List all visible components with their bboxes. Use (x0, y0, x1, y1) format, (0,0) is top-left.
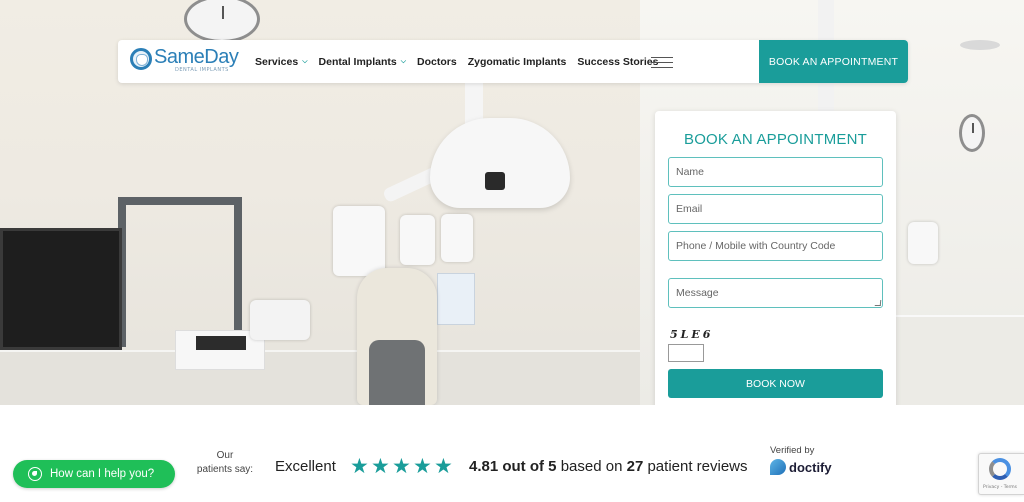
score-based-on: based on (560, 458, 623, 475)
monitor-image (0, 228, 122, 350)
ceiling-light-image (960, 40, 1000, 50)
chevron-down-icon: ⌵ (302, 57, 308, 65)
device-image (250, 300, 310, 340)
score-value: 4.81 out of 5 (469, 458, 557, 475)
verified-label: Verified by (770, 445, 815, 456)
form-title: BOOK AN APPOINTMENT (683, 131, 867, 148)
recaptcha-badge[interactable]: Privacy - Terms (978, 453, 1024, 495)
dispenser-image (908, 222, 938, 264)
wall-clock-image (184, 0, 260, 43)
recaptcha-text: Privacy - Terms (983, 485, 1018, 490)
top-nav: SameDay DENTAL IMPLANTS Services ⌵ Denta… (118, 40, 908, 83)
nav-item-services[interactable]: Services ⌵ (255, 56, 308, 68)
message-field[interactable] (668, 278, 883, 308)
whatsapp-icon (28, 467, 42, 481)
resize-handle-icon[interactable] (874, 300, 882, 306)
star-rating: ★ ★ ★ ★ ★ (350, 454, 455, 478)
doctify-icon (770, 459, 786, 475)
doctify-logo[interactable]: doctify (770, 459, 832, 475)
brand-logo[interactable]: SameDay DENTAL IMPLANTS (130, 46, 239, 77)
review-count: 27 (626, 458, 644, 475)
review-intro: Our patients say: (194, 449, 256, 477)
counter-image (0, 350, 640, 405)
nav-item-label: Dental Implants (318, 55, 397, 68)
email-field[interactable] (668, 194, 883, 224)
nav-item-label: Zygomatic Implants (467, 55, 567, 68)
nav-item-label: Doctors (417, 55, 457, 68)
dispenser-image (333, 206, 385, 276)
brand-name: SameDay (154, 46, 239, 68)
phone-field[interactable] (668, 231, 883, 261)
wall-clock-image (959, 114, 985, 152)
appointment-form: BOOK AN APPOINTMENT 5LE6 BOOK NOW (655, 111, 896, 446)
chevron-down-icon: ⌵ (400, 57, 407, 65)
tooth-logo-icon (130, 48, 152, 70)
nav-item-doctors[interactable]: Doctors (417, 56, 457, 68)
doctify-name: doctify (789, 459, 832, 475)
hamburger-icon[interactable] (651, 57, 673, 69)
rating-word: Excellent (275, 458, 336, 475)
nav-item-dental-implants[interactable]: Dental Implants ⌵ (319, 56, 407, 68)
counter-image (880, 315, 1024, 405)
wall-panel-image (118, 197, 242, 347)
captcha-input[interactable] (668, 344, 704, 362)
review-intro-line: Our (216, 450, 234, 461)
nav-menu: Services ⌵ Dental Implants ⌵ Doctors Zyg… (255, 40, 669, 83)
book-now-button[interactable]: BOOK NOW (668, 369, 883, 398)
dental-lamp-image (430, 118, 570, 208)
nav-item-label: Services (255, 55, 299, 68)
review-score: 4.81 out of 5 based on 27 patient review… (469, 458, 748, 475)
nav-item-label: Success Stories (577, 55, 659, 68)
star-icon: ★ (434, 454, 453, 478)
review-intro-line: patients say: (196, 464, 254, 475)
dispenser-image (441, 214, 473, 262)
poster-image (437, 273, 475, 325)
star-icon: ★ (413, 454, 432, 478)
name-field[interactable] (668, 157, 883, 187)
book-appointment-button[interactable]: BOOK AN APPOINTMENT (759, 40, 908, 83)
nav-item-zygomatic-implants[interactable]: Zygomatic Implants (468, 56, 567, 68)
star-icon: ★ (392, 454, 411, 478)
recaptcha-icon (989, 458, 1011, 480)
star-icon: ★ (371, 454, 390, 478)
brand-tagline: DENTAL IMPLANTS (175, 67, 229, 73)
chat-label: How can I help you? (50, 468, 155, 480)
score-suffix: patient reviews (647, 458, 748, 475)
dental-chair-image (357, 268, 437, 405)
captcha-image: 5LE6 (670, 328, 714, 341)
dispenser-image (400, 215, 435, 265)
nav-item-success-stories[interactable]: Success Stories (577, 56, 658, 68)
star-icon: ★ (350, 454, 369, 478)
whatsapp-chat-button[interactable]: How can I help you? (13, 460, 175, 488)
